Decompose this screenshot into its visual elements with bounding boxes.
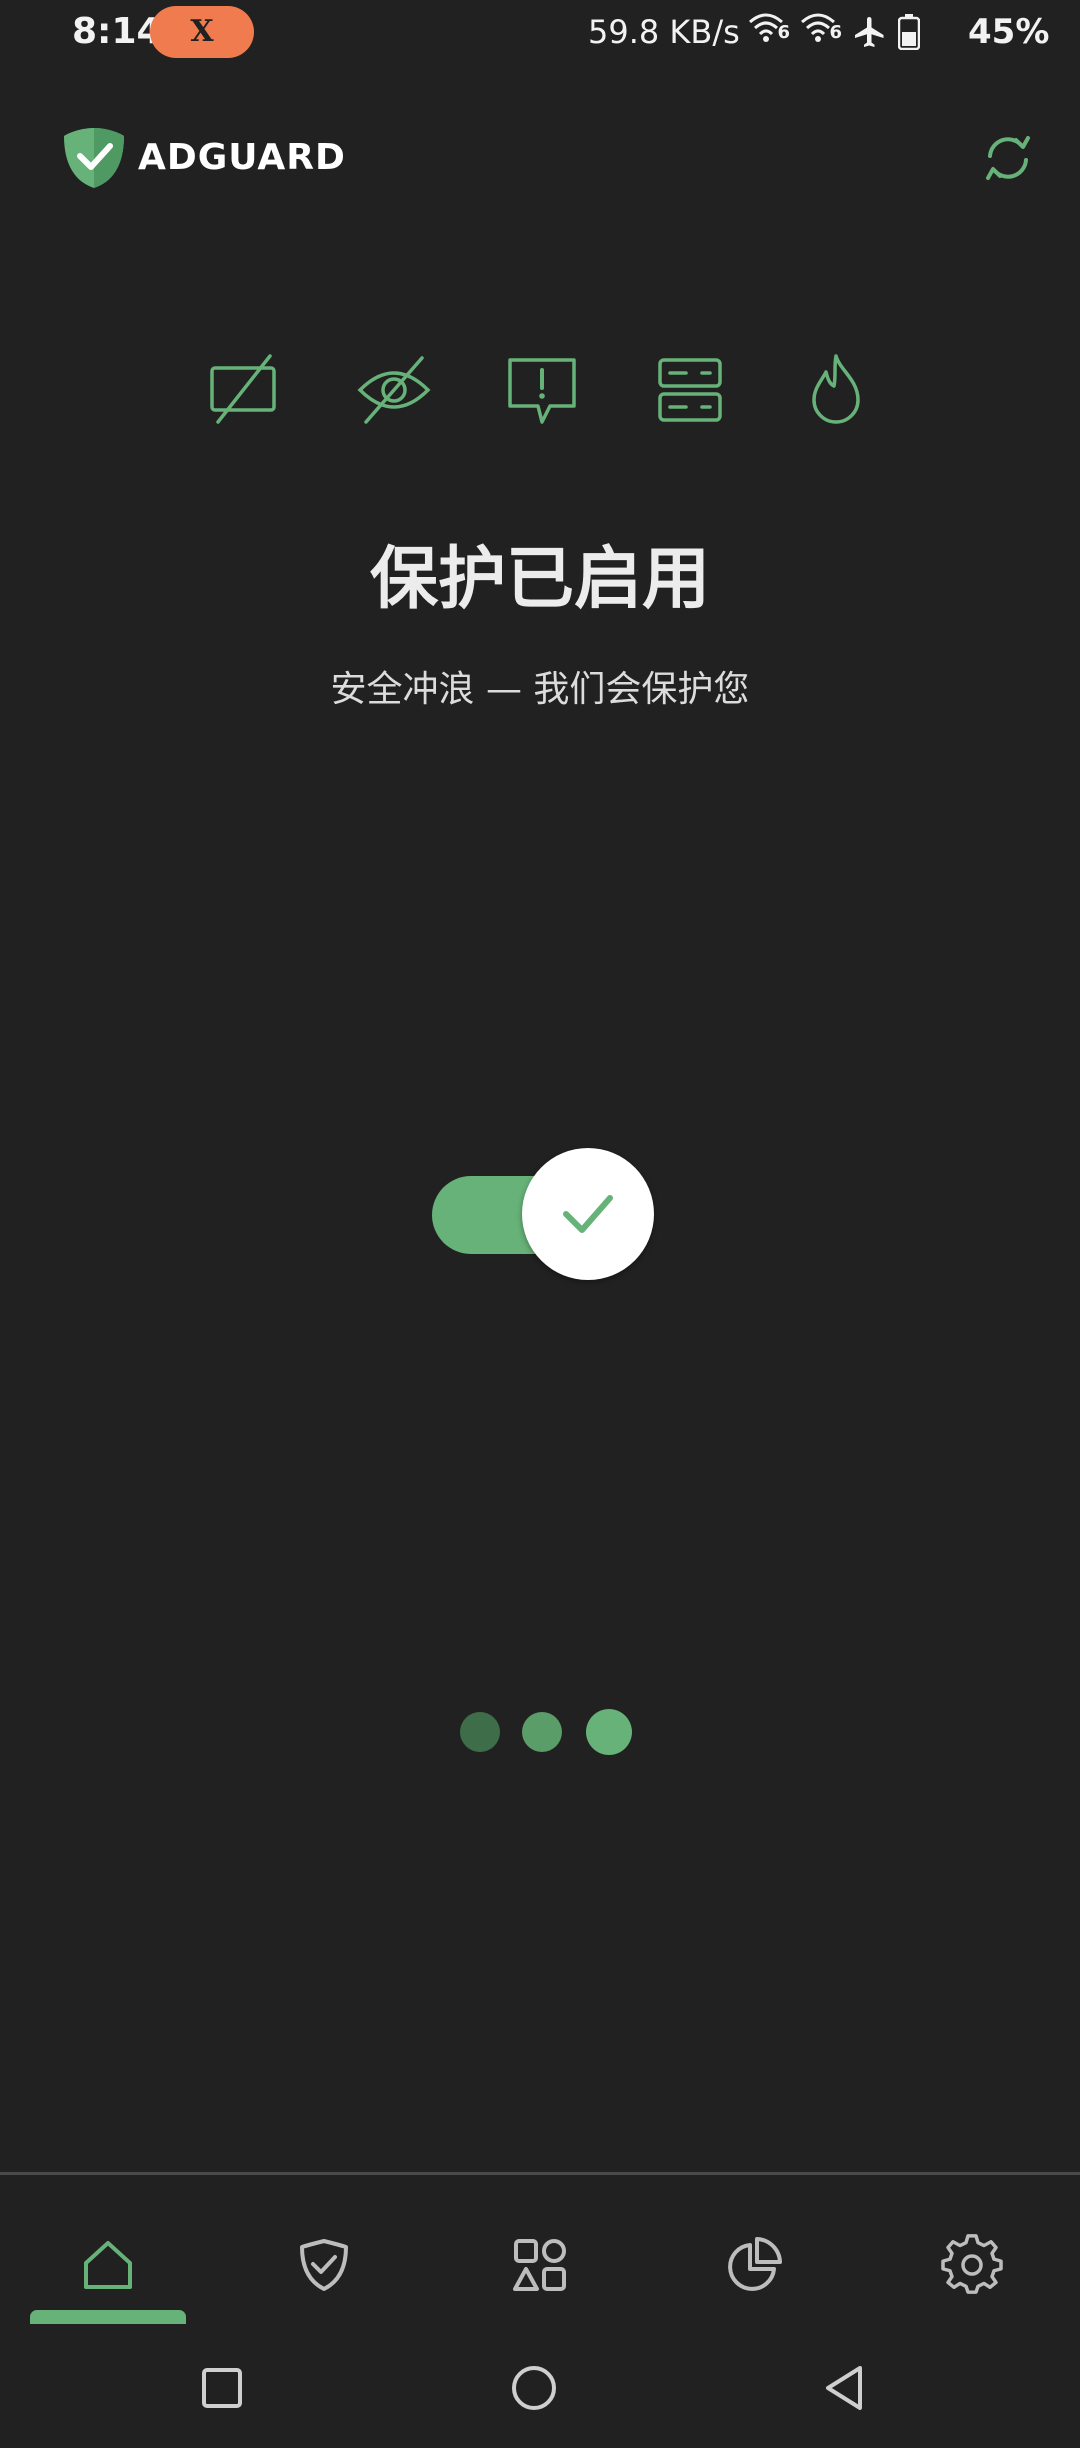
notification-pill-label: X [190, 14, 214, 49]
pager-dot [522, 1712, 562, 1752]
pager-dot [460, 1712, 500, 1752]
bottom-navigation [0, 2175, 1080, 2325]
status-icons: 6 6 [748, 12, 921, 52]
nav-tab-statistics[interactable] [694, 2215, 814, 2315]
refresh-icon [986, 136, 1030, 180]
refresh-button[interactable] [976, 126, 1040, 190]
battery-percent: 45% [968, 12, 1050, 52]
square-icon [202, 2368, 242, 2408]
status-time: 8:14 [72, 11, 162, 52]
shield-check-icon [300, 2239, 348, 2291]
triangle-back-icon [826, 2366, 862, 2410]
home-icon [84, 2241, 132, 2289]
notification-pill[interactable]: X [150, 6, 254, 58]
network-speed: 59.8 KB/s [588, 13, 740, 51]
back-button[interactable] [814, 2356, 878, 2420]
tracking-protection-icon [354, 350, 434, 430]
airplane-icon [852, 14, 888, 50]
system-navigation-bar [0, 2330, 1080, 2448]
status-bar: 8:14 X 59.8 KB/s 6 6 45% [0, 0, 1080, 64]
nav-tab-protection[interactable] [264, 2215, 384, 2315]
battery-icon [897, 14, 921, 51]
nav-tab-settings[interactable] [912, 2215, 1032, 2315]
firewall-icon [796, 350, 876, 430]
ad-block-icon [204, 350, 284, 430]
pager-dot-active [586, 1709, 632, 1755]
circle-icon [512, 2366, 556, 2410]
check-icon [563, 1195, 613, 1233]
protection-status-subtitle: 安全冲浪 — 我们会保护您 [330, 669, 750, 710]
annoyance-block-icon [502, 350, 582, 430]
protection-status-title: 保护已启用 [369, 540, 710, 619]
nav-tab-home[interactable] [48, 2215, 168, 2315]
dns-server-icon [650, 350, 730, 430]
pie-chart-icon [728, 2237, 782, 2291]
toggle-knob [522, 1148, 654, 1280]
brand-name: ADGUARD [138, 137, 346, 178]
nav-tab-apps[interactable] [480, 2215, 600, 2315]
nav-selected-indicator [30, 2310, 186, 2324]
wifi-icon: 6 [748, 12, 790, 52]
gear-icon [941, 2234, 1003, 2294]
wifi-badge: 6 [777, 22, 790, 43]
home-button[interactable] [502, 2356, 566, 2420]
wifi-icon: 6 [800, 12, 842, 52]
shield-check-icon [62, 126, 126, 190]
protection-toggle[interactable] [430, 1148, 654, 1284]
apps-shapes-icon [513, 2239, 566, 2291]
wifi-badge: 6 [829, 22, 842, 43]
recents-button[interactable] [190, 2356, 254, 2420]
